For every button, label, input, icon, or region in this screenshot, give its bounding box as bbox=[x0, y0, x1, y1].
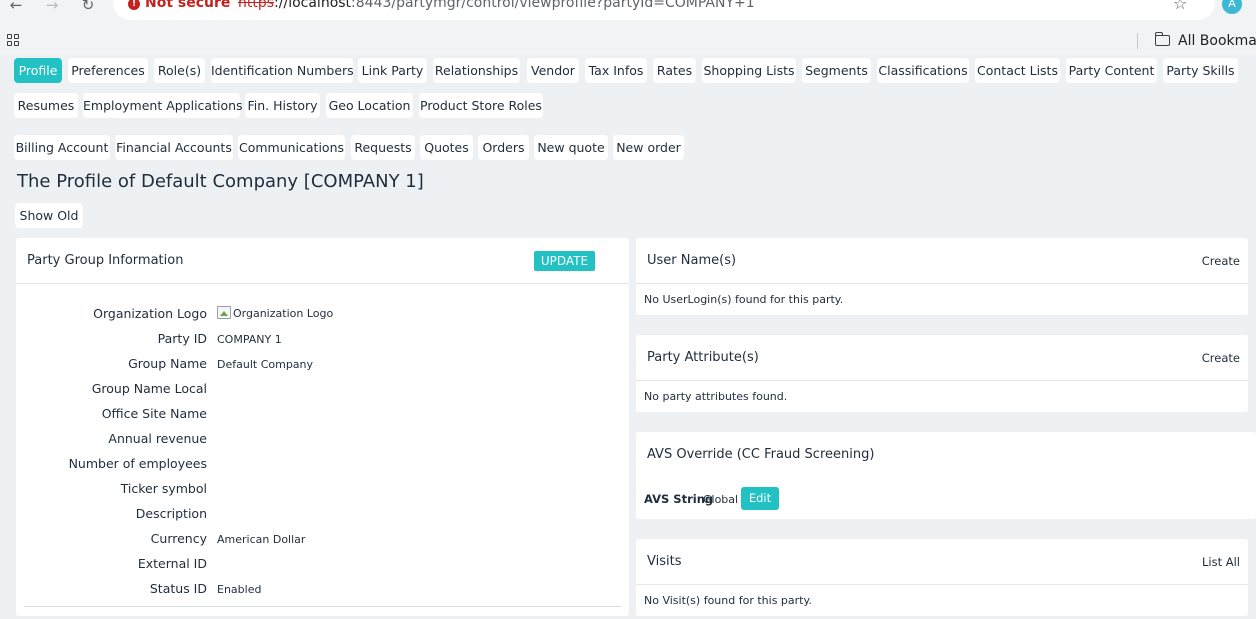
panel-divider bbox=[24, 606, 621, 607]
not-secure-label[interactable]: Not secure bbox=[145, 0, 230, 11]
panel-title: AVS Override (CC Fraud Screening) bbox=[647, 447, 875, 462]
forward-arrow-icon[interactable]: → bbox=[42, 0, 62, 14]
back-arrow-icon[interactable]: ← bbox=[6, 0, 26, 14]
tab-preferences[interactable]: Preferences bbox=[68, 58, 148, 83]
tab-employment-applications[interactable]: Employment Applications bbox=[83, 93, 243, 118]
field-value-party-id: COMPANY 1 bbox=[217, 333, 282, 346]
tab-identification-numbers[interactable]: Identification Numbers bbox=[211, 58, 354, 83]
field-value-currency: American Dollar bbox=[217, 533, 306, 546]
tab-geo-location[interactable]: Geo Location bbox=[326, 93, 413, 118]
tab-billing-account[interactable]: Billing Account bbox=[14, 135, 110, 160]
field-label-ticker-symbol: Ticker symbol bbox=[120, 481, 207, 496]
panel-header: User Name(s) Create bbox=[636, 238, 1248, 284]
tab-relationships[interactable]: Relationships bbox=[433, 58, 520, 83]
star-icon[interactable]: ☆ bbox=[1173, 0, 1187, 12]
show-old-button[interactable]: Show Old bbox=[15, 203, 83, 228]
list-all-visits-link[interactable]: List All bbox=[1202, 555, 1240, 569]
avs-override-panel: AVS Override (CC Fraud Screening) AVS St… bbox=[636, 432, 1256, 519]
field-label-group-name-local: Group Name Local bbox=[91, 381, 207, 396]
field-label-office-site-name: Office Site Name bbox=[101, 406, 207, 421]
tab-party-content[interactable]: Party Content bbox=[1066, 58, 1157, 83]
url-path: :8443/partymgr/control/viewprofile?party… bbox=[351, 0, 755, 11]
tab-requests[interactable]: Requests bbox=[351, 135, 415, 160]
panel-title: Party Group Information bbox=[27, 253, 184, 268]
tab-link-party[interactable]: Link Party bbox=[358, 58, 427, 83]
panel-title: User Name(s) bbox=[647, 253, 737, 268]
tab-shopping-lists[interactable]: Shopping Lists bbox=[702, 58, 796, 83]
tab-resumes[interactable]: Resumes bbox=[14, 93, 78, 118]
tab-financial-accounts[interactable]: Financial Accounts bbox=[115, 135, 233, 160]
field-label-annual-revenue: Annual revenue bbox=[108, 431, 207, 446]
url-host: ://localhost bbox=[274, 0, 352, 11]
browser-chrome: ← → ↻ ! Not secure https://localhost:844… bbox=[0, 0, 1256, 55]
url-text[interactable]: https://localhost:8443/partymgr/control/… bbox=[238, 0, 755, 11]
reload-icon[interactable]: ↻ bbox=[78, 0, 98, 14]
field-value-group-name: Default Company bbox=[217, 358, 314, 371]
tab-fin-history[interactable]: Fin. History bbox=[245, 93, 320, 118]
field-label-party-id: Party ID bbox=[157, 331, 207, 346]
create-user-login-link[interactable]: Create bbox=[1202, 254, 1240, 268]
url-scheme: https bbox=[238, 0, 275, 11]
tab-new-order[interactable]: New order bbox=[613, 135, 684, 160]
tab-contact-lists[interactable]: Contact Lists bbox=[975, 58, 1060, 83]
field-value-organization-logo: Organization Logo bbox=[217, 306, 333, 322]
panel-header: Party Attribute(s) Create bbox=[636, 335, 1248, 381]
field-label-status-id: Status ID bbox=[149, 581, 207, 596]
tab-vendor[interactable]: Vendor bbox=[527, 58, 579, 83]
user-names-panel: User Name(s) Create No UserLogin(s) foun… bbox=[636, 238, 1248, 315]
field-label-external-id: External ID bbox=[137, 556, 207, 571]
panel-header: Party Group Information UPDATE bbox=[16, 238, 629, 284]
party-attributes-panel: Party Attribute(s) Create No party attri… bbox=[636, 335, 1248, 412]
tab-orders[interactable]: Orders bbox=[478, 135, 529, 160]
field-label-description: Description bbox=[135, 506, 207, 521]
apps-icon[interactable] bbox=[7, 34, 20, 47]
tab-product-store-roles[interactable]: Product Store Roles bbox=[419, 93, 543, 118]
panel-header: AVS Override (CC Fraud Screening) bbox=[636, 432, 1256, 478]
tab-classifications[interactable]: Classifications bbox=[877, 58, 969, 83]
organization-logo-alt: Organization Logo bbox=[233, 307, 334, 320]
broken-image-icon bbox=[217, 306, 231, 319]
tab-communications[interactable]: Communications bbox=[238, 135, 345, 160]
all-bookmarks-label[interactable]: All Bookma bbox=[1178, 33, 1256, 49]
bookmarks-separator bbox=[1137, 33, 1138, 49]
panel-header: Visits List All bbox=[636, 539, 1248, 585]
panel-title: Party Attribute(s) bbox=[647, 350, 759, 365]
tab-roles[interactable]: Role(s) bbox=[154, 58, 205, 83]
field-label-group-name: Group Name bbox=[128, 356, 207, 371]
field-label-currency: Currency bbox=[150, 531, 207, 546]
party-group-panel: Party Group Information UPDATE Organizat… bbox=[16, 238, 629, 616]
visits-empty-message: No Visit(s) found for this party. bbox=[644, 594, 812, 607]
profile-avatar[interactable]: A bbox=[1222, 0, 1242, 14]
party-attributes-empty-message: No party attributes found. bbox=[644, 390, 788, 403]
create-party-attribute-link[interactable]: Create bbox=[1202, 351, 1240, 365]
tab-rates[interactable]: Rates bbox=[653, 58, 696, 83]
field-label-number-of-employees: Number of employees bbox=[68, 456, 207, 471]
avs-string-value: Global bbox=[703, 493, 739, 506]
tab-segments[interactable]: Segments bbox=[802, 58, 871, 83]
tab-party-skills[interactable]: Party Skills bbox=[1163, 58, 1238, 83]
panel-title: Visits bbox=[647, 554, 682, 569]
field-label-organization-logo: Organization Logo bbox=[93, 306, 207, 321]
page-title: The Profile of Default Company [COMPANY … bbox=[17, 171, 424, 192]
avs-edit-button[interactable]: Edit bbox=[741, 487, 779, 510]
visits-panel: Visits List All No Visit(s) found for th… bbox=[636, 539, 1248, 616]
update-button[interactable]: UPDATE bbox=[534, 251, 595, 271]
folder-icon[interactable] bbox=[1154, 32, 1170, 46]
tab-new-quote[interactable]: New quote bbox=[534, 135, 608, 160]
tab-tax-infos[interactable]: Tax Infos bbox=[585, 58, 647, 83]
field-value-status-id: Enabled bbox=[217, 583, 262, 596]
user-names-empty-message: No UserLogin(s) found for this party. bbox=[644, 293, 844, 306]
tab-profile[interactable]: Profile bbox=[14, 58, 62, 83]
tab-quotes[interactable]: Quotes bbox=[420, 135, 473, 160]
